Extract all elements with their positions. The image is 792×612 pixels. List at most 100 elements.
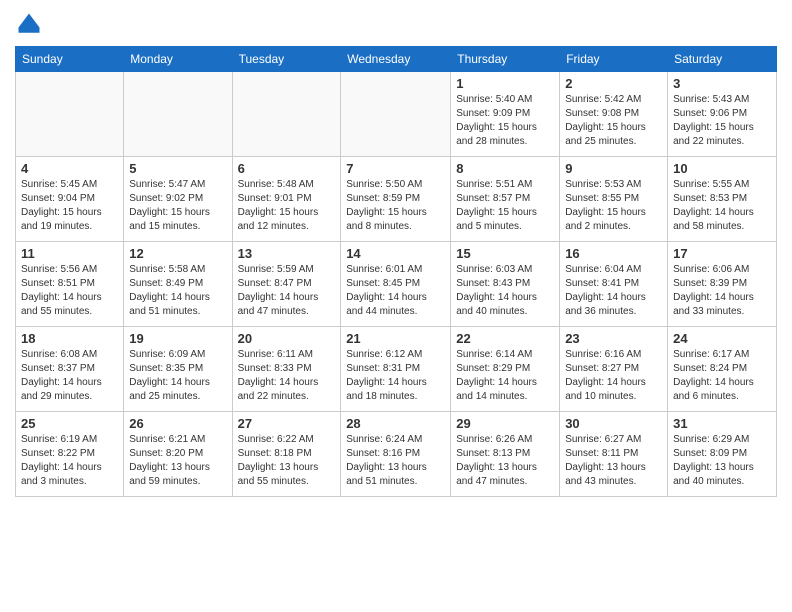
day-number: 10 <box>673 161 771 176</box>
calendar-cell: 29 Sunrise: 6:26 AMSunset: 8:13 PMDayligh… <box>451 412 560 497</box>
calendar-cell: 18 Sunrise: 6:08 AMSunset: 8:37 PMDayligh… <box>16 327 124 412</box>
day-number: 13 <box>238 246 336 261</box>
logo <box>15 10 47 38</box>
day-info: Sunrise: 5:51 AMSunset: 8:57 PMDaylight:… <box>456 178 554 234</box>
calendar-cell: 16 Sunrise: 6:04 AMSunset: 8:41 PMDayligh… <box>560 242 668 327</box>
day-number: 14 <box>346 246 445 261</box>
weekday-header-thursday: Thursday <box>451 47 560 72</box>
day-number: 29 <box>456 416 554 431</box>
calendar-cell: 15 Sunrise: 6:03 AMSunset: 8:43 PMDayligh… <box>451 242 560 327</box>
weekday-header-monday: Monday <box>124 47 232 72</box>
day-number: 31 <box>673 416 771 431</box>
calendar-cell: 24Sunrise: 6:17 AMSunset: 8:24 PMDayligh… <box>668 327 777 412</box>
calendar-cell: 10 Sunrise: 5:55 AMSunset: 8:53 PMDayligh… <box>668 157 777 242</box>
calendar-week-row-5: 25Sunrise: 6:19 AMSunset: 8:22 PMDayligh… <box>16 412 777 497</box>
day-info: Sunrise: 6:12 AMSunset: 8:31 PMDaylight:… <box>346 348 445 404</box>
calendar-cell: 8Sunrise: 5:51 AMSunset: 8:57 PMDaylight… <box>451 157 560 242</box>
day-info: Sunrise: 5:58 AMSunset: 8:49 PMDaylight:… <box>129 263 226 319</box>
weekday-header-row: SundayMondayTuesdayWednesdayThursdayFrid… <box>16 47 777 72</box>
day-number: 4 <box>21 161 118 176</box>
day-info: Sunrise: 5:55 AMSunset: 8:53 PMDaylight:… <box>673 178 771 234</box>
calendar-cell <box>232 72 341 157</box>
calendar-cell: 20 Sunrise: 6:11 AMSunset: 8:33 PMDayligh… <box>232 327 341 412</box>
day-info: Sunrise: 5:47 AMSunset: 9:02 PMDaylight:… <box>129 178 226 234</box>
day-number: 26 <box>129 416 226 431</box>
day-info: Sunrise: 5:53 AMSunset: 8:55 PMDaylight:… <box>565 178 662 234</box>
day-number: 25 <box>21 416 118 431</box>
calendar-cell: 2Sunrise: 5:42 AMSunset: 9:08 PMDaylight… <box>560 72 668 157</box>
day-info: Sunrise: 5:56 AMSunset: 8:51 PMDaylight:… <box>21 263 118 319</box>
calendar-cell: 5 Sunrise: 5:47 AMSunset: 9:02 PMDaylight… <box>124 157 232 242</box>
calendar-cell: 25Sunrise: 6:19 AMSunset: 8:22 PMDayligh… <box>16 412 124 497</box>
calendar-cell: 17 Sunrise: 6:06 AMSunset: 8:39 PMDayligh… <box>668 242 777 327</box>
day-number: 5 <box>129 161 226 176</box>
day-number: 22 <box>456 331 554 346</box>
weekday-header-sunday: Sunday <box>16 47 124 72</box>
calendar-week-row-2: 4 Sunrise: 5:45 AMSunset: 9:04 PMDaylight… <box>16 157 777 242</box>
calendar-cell: 11 Sunrise: 5:56 AMSunset: 8:51 PMDayligh… <box>16 242 124 327</box>
calendar-cell: 3 Sunrise: 5:43 AMSunset: 9:06 PMDaylight… <box>668 72 777 157</box>
day-info: Sunrise: 6:11 AMSunset: 8:33 PMDaylight:… <box>238 348 336 404</box>
calendar-cell: 31Sunrise: 6:29 AMSunset: 8:09 PMDayligh… <box>668 412 777 497</box>
day-number: 17 <box>673 246 771 261</box>
day-info: Sunrise: 6:24 AMSunset: 8:16 PMDaylight:… <box>346 433 445 489</box>
day-number: 30 <box>565 416 662 431</box>
day-info: Sunrise: 6:26 AMSunset: 8:13 PMDaylight:… <box>456 433 554 489</box>
calendar-cell: 1Sunrise: 5:40 AMSunset: 9:09 PMDaylight… <box>451 72 560 157</box>
calendar-cell: 21 Sunrise: 6:12 AMSunset: 8:31 PMDayligh… <box>341 327 451 412</box>
page-header <box>15 10 777 38</box>
logo-icon <box>15 10 43 38</box>
calendar-week-row-3: 11 Sunrise: 5:56 AMSunset: 8:51 PMDayligh… <box>16 242 777 327</box>
day-number: 20 <box>238 331 336 346</box>
calendar-cell: 13 Sunrise: 5:59 AMSunset: 8:47 PMDayligh… <box>232 242 341 327</box>
calendar-cell <box>124 72 232 157</box>
day-info: Sunrise: 5:50 AMSunset: 8:59 PMDaylight:… <box>346 178 445 234</box>
calendar-cell: 30 Sunrise: 6:27 AMSunset: 8:11 PMDayligh… <box>560 412 668 497</box>
day-info: Sunrise: 6:01 AMSunset: 8:45 PMDaylight:… <box>346 263 445 319</box>
calendar-cell: 12 Sunrise: 5:58 AMSunset: 8:49 PMDayligh… <box>124 242 232 327</box>
calendar-cell: 7 Sunrise: 5:50 AMSunset: 8:59 PMDaylight… <box>341 157 451 242</box>
calendar-cell: 26 Sunrise: 6:21 AMSunset: 8:20 PMDayligh… <box>124 412 232 497</box>
day-number: 15 <box>456 246 554 261</box>
day-number: 9 <box>565 161 662 176</box>
day-info: Sunrise: 6:09 AMSunset: 8:35 PMDaylight:… <box>129 348 226 404</box>
calendar-cell: 22Sunrise: 6:14 AMSunset: 8:29 PMDayligh… <box>451 327 560 412</box>
calendar-cell <box>16 72 124 157</box>
day-info: Sunrise: 6:03 AMSunset: 8:43 PMDaylight:… <box>456 263 554 319</box>
day-number: 11 <box>21 246 118 261</box>
day-info: Sunrise: 5:40 AMSunset: 9:09 PMDaylight:… <box>456 93 554 149</box>
calendar-cell: 28 Sunrise: 6:24 AMSunset: 8:16 PMDayligh… <box>341 412 451 497</box>
day-number: 21 <box>346 331 445 346</box>
calendar-cell: 6Sunrise: 5:48 AMSunset: 9:01 PMDaylight… <box>232 157 341 242</box>
day-number: 12 <box>129 246 226 261</box>
day-number: 28 <box>346 416 445 431</box>
day-number: 7 <box>346 161 445 176</box>
day-info: Sunrise: 6:06 AMSunset: 8:39 PMDaylight:… <box>673 263 771 319</box>
day-info: Sunrise: 6:04 AMSunset: 8:41 PMDaylight:… <box>565 263 662 319</box>
day-info: Sunrise: 6:21 AMSunset: 8:20 PMDaylight:… <box>129 433 226 489</box>
day-number: 3 <box>673 76 771 91</box>
day-info: Sunrise: 6:17 AMSunset: 8:24 PMDaylight:… <box>673 348 771 404</box>
weekday-header-tuesday: Tuesday <box>232 47 341 72</box>
calendar-table: SundayMondayTuesdayWednesdayThursdayFrid… <box>15 46 777 497</box>
day-info: Sunrise: 6:27 AMSunset: 8:11 PMDaylight:… <box>565 433 662 489</box>
weekday-header-saturday: Saturday <box>668 47 777 72</box>
weekday-header-friday: Friday <box>560 47 668 72</box>
day-number: 6 <box>238 161 336 176</box>
calendar-cell <box>341 72 451 157</box>
day-info: Sunrise: 5:43 AMSunset: 9:06 PMDaylight:… <box>673 93 771 149</box>
day-info: Sunrise: 6:16 AMSunset: 8:27 PMDaylight:… <box>565 348 662 404</box>
day-number: 27 <box>238 416 336 431</box>
day-info: Sunrise: 6:22 AMSunset: 8:18 PMDaylight:… <box>238 433 336 489</box>
day-info: Sunrise: 5:59 AMSunset: 8:47 PMDaylight:… <box>238 263 336 319</box>
day-info: Sunrise: 5:45 AMSunset: 9:04 PMDaylight:… <box>21 178 118 234</box>
day-number: 23 <box>565 331 662 346</box>
calendar-cell: 14 Sunrise: 6:01 AMSunset: 8:45 PMDayligh… <box>341 242 451 327</box>
calendar-week-row-1: 1Sunrise: 5:40 AMSunset: 9:09 PMDaylight… <box>16 72 777 157</box>
day-number: 16 <box>565 246 662 261</box>
day-number: 18 <box>21 331 118 346</box>
weekday-header-wednesday: Wednesday <box>341 47 451 72</box>
calendar-cell: 19Sunrise: 6:09 AMSunset: 8:35 PMDayligh… <box>124 327 232 412</box>
calendar-week-row-4: 18 Sunrise: 6:08 AMSunset: 8:37 PMDayligh… <box>16 327 777 412</box>
day-info: Sunrise: 6:08 AMSunset: 8:37 PMDaylight:… <box>21 348 118 404</box>
